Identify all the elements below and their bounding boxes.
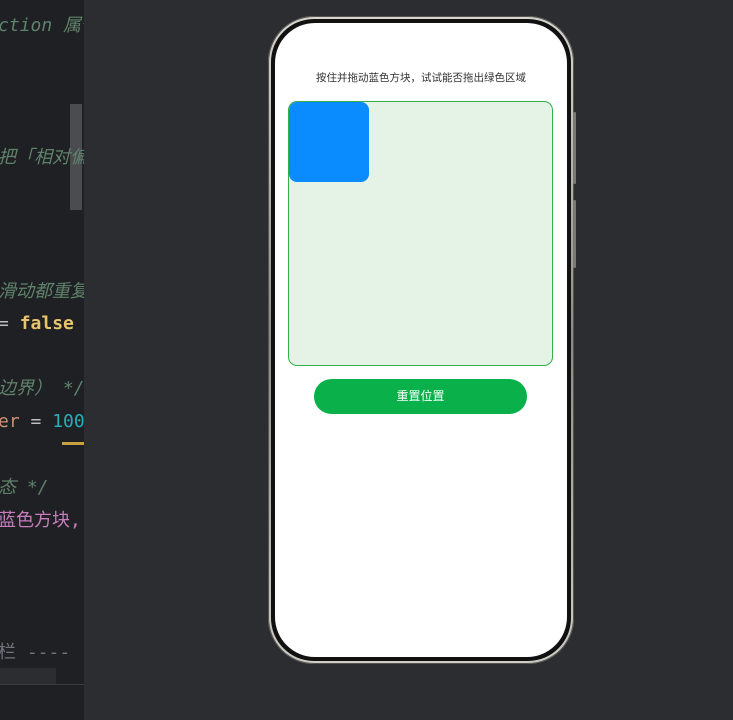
code-line-6: er = 100 xyxy=(0,411,84,433)
code-number: 100 xyxy=(52,411,84,432)
code-operator: = xyxy=(19,411,53,432)
code-line-1: ction 属性 xyxy=(0,15,84,36)
code-line-2: 把「相对偏 xyxy=(0,147,84,168)
code-keyword: false xyxy=(19,313,74,334)
code-operator: = xyxy=(0,313,20,334)
code-property: er xyxy=(0,411,20,432)
code-line-9: 栏 ---- xyxy=(0,642,71,663)
phone-power-button xyxy=(573,200,576,268)
instruction-text: 按住并拖动蓝色方块，试试能否拖出绿色区域 xyxy=(316,72,526,84)
code-line-7: 态 */ xyxy=(0,477,49,498)
code-editor-panel: ction 属性 把「相对偏 滑动都重复 = false 边界） */ er =… xyxy=(0,0,84,720)
green-drag-area xyxy=(288,101,553,366)
code-line-4: = false xyxy=(0,313,74,335)
phone-volume-button xyxy=(573,112,576,184)
editor-bottom-bar xyxy=(0,668,56,684)
phone-screen: 按住并拖动蓝色方块，试试能否拖出绿色区域 重置位置 xyxy=(275,23,567,657)
screen-root: ction 属性 把「相对偏 滑动都重复 = false 边界） */ er =… xyxy=(0,0,733,720)
code-line-8: 蓝色方块, xyxy=(0,510,81,531)
draggable-blue-square[interactable] xyxy=(289,102,369,182)
warning-underline xyxy=(62,442,84,445)
editor-divider xyxy=(0,684,84,685)
code-line-3: 滑动都重复 xyxy=(0,281,84,302)
code-line-5: 边界） */ xyxy=(0,378,84,399)
reset-position-button[interactable]: 重置位置 xyxy=(314,379,527,414)
